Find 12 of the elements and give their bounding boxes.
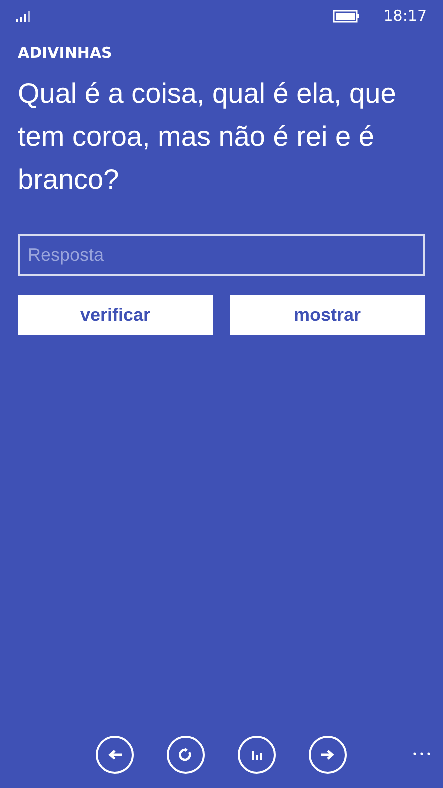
battery-icon: [332, 10, 360, 22]
back-arrow-button[interactable]: [96, 736, 134, 774]
next-arrow-button[interactable]: [309, 736, 347, 774]
more-icon[interactable]: [413, 752, 431, 756]
bar-chart-button[interactable]: [238, 736, 276, 774]
refresh-button[interactable]: [167, 736, 205, 774]
status-time: 18:17: [384, 7, 427, 25]
answer-field[interactable]: Resposta: [18, 234, 425, 276]
question-text: Qual é a coisa, qual é ela, que tem coroa, mas não é rei e é branco?: [18, 77, 398, 197]
show-button[interactable]: mostrar: [230, 295, 425, 335]
app-title: ADIVINHAS: [18, 44, 114, 62]
verify-button[interactable]: verificar: [18, 295, 213, 335]
